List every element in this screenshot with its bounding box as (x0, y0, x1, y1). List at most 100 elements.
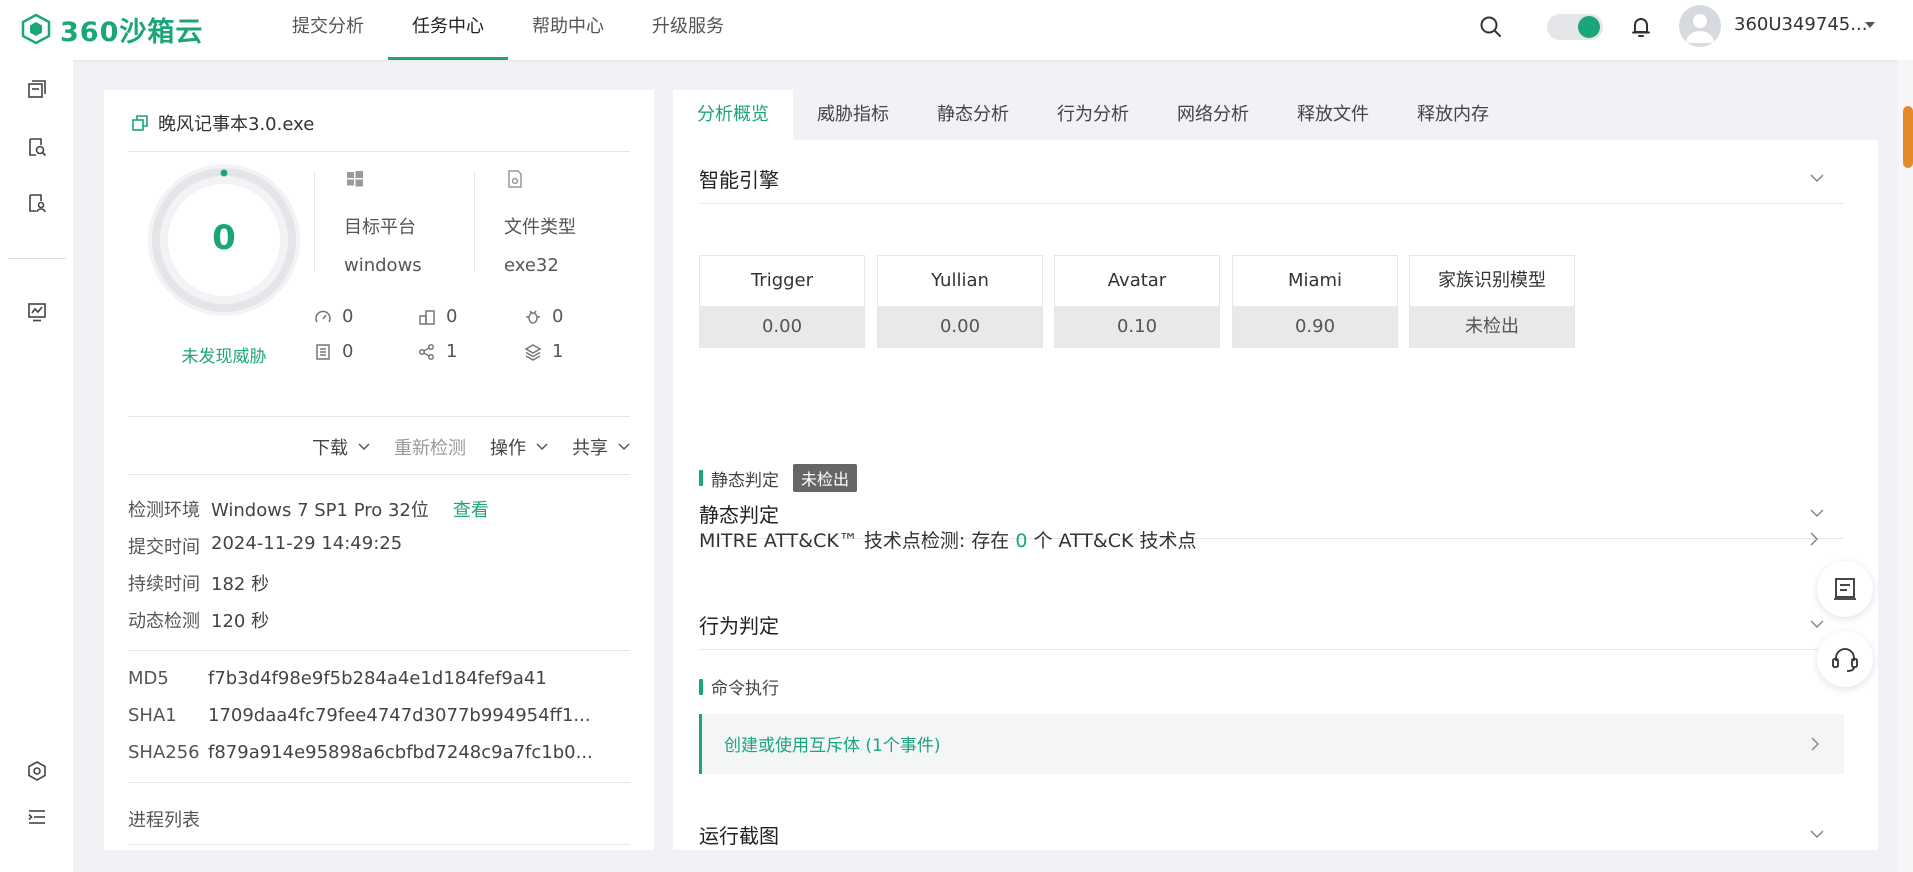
filetype-value: exe32 (504, 255, 559, 276)
menu-list-icon[interactable] (26, 806, 48, 828)
task-list-icon[interactable] (26, 78, 48, 100)
behavior-category: 命令执行 (699, 674, 779, 699)
theme-toggle[interactable] (1547, 14, 1603, 40)
behavior-event-row[interactable]: 创建或使用互斥体 (1个事件) (699, 714, 1844, 774)
divider (128, 650, 630, 651)
operate-dropdown[interactable]: 操作 (490, 434, 548, 460)
brand-logo[interactable]: 360沙箱云 (20, 8, 203, 50)
engine-card-miami: Miami 0.90 (1232, 255, 1398, 348)
info-submit-row: 提交时间 2024-11-29 14:49:25 (128, 533, 403, 558)
chevron-right-icon[interactable] (1810, 532, 1819, 546)
section-behavior-verdict[interactable]: 行为判定 (699, 598, 1844, 650)
file-name: 晚风记事本3.0.exe (158, 114, 315, 135)
chevron-down-icon (618, 443, 630, 451)
stat-layers: 1 (524, 341, 563, 362)
sidebar-divider (8, 258, 66, 259)
chevron-down-icon (536, 443, 548, 451)
engine-card-trigger: Trigger 0.00 (699, 255, 865, 348)
engine-card-family-model: 家族识别模型 未检出 (1409, 255, 1575, 348)
threat-status-label: 未发现威胁 (181, 347, 267, 367)
engine-card-yullian: Yullian 0.00 (877, 255, 1043, 348)
accent-bar (699, 678, 703, 695)
stat-network: 1 (418, 341, 457, 362)
customer-service-button[interactable] (1817, 631, 1873, 687)
tab-network-analysis[interactable]: 网络分析 (1153, 90, 1273, 140)
stat-registry: 0 (418, 306, 457, 327)
page-scrollbar-thumb[interactable] (1903, 106, 1913, 168)
username[interactable]: 360U349745... (1734, 14, 1867, 35)
status-badge: 未检出 (793, 464, 858, 492)
divider (128, 416, 630, 417)
mitre-detection-row[interactable]: MITRE ATT&CK™ 技术点检测: 存在 0 个 ATT&CK 技术点 (699, 526, 1196, 553)
analysis-panel: 分析概览 威胁指标 静态分析 行为分析 网络分析 释放文件 释放内存 智能引擎 … (673, 90, 1878, 850)
feedback-button[interactable] (1817, 561, 1873, 617)
chevron-down-icon (358, 443, 370, 451)
platform-value: windows (344, 255, 422, 276)
report-edit-icon (1834, 578, 1856, 600)
accent-bar (699, 470, 703, 486)
process-list-title: 进程列表 (128, 810, 200, 831)
engine-card-avatar: Avatar 0.10 (1054, 255, 1220, 348)
user-avatar-icon (1686, 14, 1714, 43)
sha256-row: SHA256 f879a914e95898a6cbfbd7248c9a7fc1b… (128, 742, 593, 763)
tab-behavior-analysis[interactable]: 行为分析 (1033, 90, 1153, 140)
search-icon[interactable] (1477, 13, 1505, 41)
report-user-icon[interactable] (26, 192, 48, 214)
chevron-right-icon (1811, 737, 1820, 751)
share-dropdown[interactable]: 共享 (572, 434, 630, 460)
nav-submit-analysis[interactable]: 提交分析 (268, 0, 388, 60)
action-bar: 下载 重新检测 操作 共享 (312, 434, 630, 460)
info-duration-row: 持续时间 182 秒 (128, 574, 270, 595)
share-nodes-icon (419, 343, 434, 360)
tab-threat-indicators[interactable]: 威胁指标 (793, 90, 913, 140)
recheck-button[interactable]: 重新检测 (394, 434, 466, 460)
file-summary-panel: 晚风记事本3.0.exe 0 未发现威胁 目标平台 windows 文件类型 e… (104, 90, 654, 850)
main-nav: 提交分析 任务中心 帮助中心 升级服务 (268, 0, 748, 60)
divider (314, 172, 315, 272)
section-smart-engine[interactable]: 智能引擎 (699, 152, 1844, 204)
info-env-row: 检测环境 Windows 7 SP1 Pro 32位 查看 (128, 496, 489, 522)
download-dropdown[interactable]: 下载 (312, 434, 370, 460)
nav-help-center[interactable]: 帮助中心 (508, 0, 628, 60)
settings-icon[interactable] (26, 760, 48, 782)
threat-score: 0 (212, 218, 236, 258)
divider (128, 474, 630, 475)
gauge-icon (315, 310, 331, 322)
bell-icon[interactable] (1627, 13, 1655, 41)
monitor-chart-icon[interactable] (26, 301, 48, 323)
stat-speed: 0 (314, 306, 353, 327)
chevron-down-icon (1810, 830, 1824, 839)
tab-dropped-files[interactable]: 释放文件 (1273, 90, 1393, 140)
tab-static-analysis[interactable]: 静态分析 (913, 90, 1033, 140)
brand-name: 360沙箱云 (60, 16, 204, 48)
nav-task-center[interactable]: 任务中心 (388, 0, 508, 60)
tab-dropped-memory[interactable]: 释放内存 (1393, 90, 1513, 140)
layers-icon (524, 343, 542, 361)
page-scrollbar-track[interactable] (1898, 60, 1913, 872)
platform-label: 目标平台 (344, 217, 416, 238)
section-run-screenshots[interactable]: 运行截图 (699, 808, 1844, 850)
stat-bug: 0 (524, 306, 563, 327)
md5-row: MD5 f7b3d4f98e9f5b284a4e1d184fef9a41 (128, 668, 547, 689)
caret-down-icon[interactable] (1865, 22, 1875, 28)
chevron-down-icon (1810, 620, 1824, 629)
report-search-icon[interactable] (26, 136, 48, 158)
nav-upgrade-service[interactable]: 升级服务 (628, 0, 748, 60)
file-title: 晚风记事本3.0.exe (132, 110, 314, 136)
info-dynamic-row: 动态检测 120 秒 (128, 611, 270, 632)
chevron-down-icon (1810, 174, 1824, 183)
bug-icon (526, 310, 540, 324)
sidebar (0, 60, 73, 872)
building-icon (419, 309, 435, 325)
tab-overview[interactable]: 分析概览 (673, 90, 793, 140)
view-env-link[interactable]: 查看 (453, 496, 489, 522)
copy-icon[interactable] (132, 115, 148, 131)
divider (474, 172, 475, 272)
filetype-label: 文件类型 (504, 217, 576, 238)
windows-icon (347, 171, 363, 187)
static-verdict-result: 静态判定 未检出 (699, 464, 858, 492)
divider (128, 844, 630, 845)
avatar[interactable] (1679, 5, 1721, 47)
target-platform: 目标平台 windows (344, 170, 422, 276)
top-navigation-bar: 360沙箱云 提交分析 任务中心 帮助中心 升级服务 360U349745... (0, 0, 1913, 60)
